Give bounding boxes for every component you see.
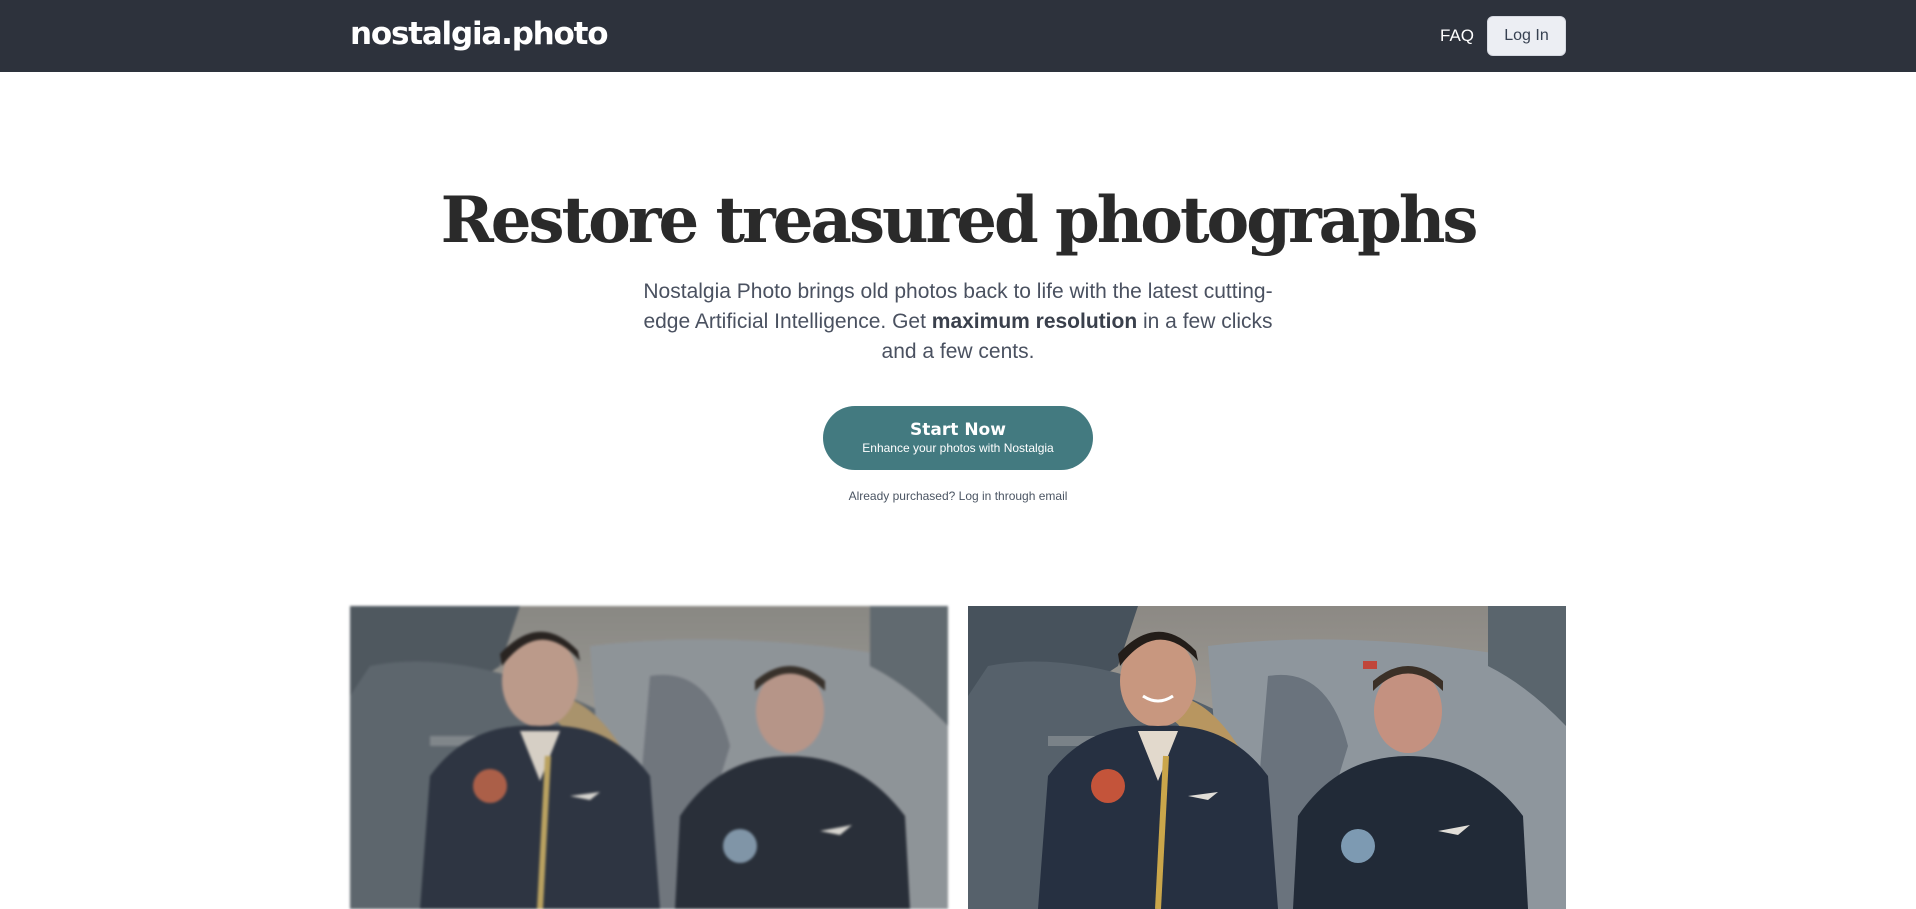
login-button[interactable]: Log In: [1487, 16, 1566, 56]
hero-subtitle-bold: maximum resolution: [931, 310, 1138, 333]
photo-before: [350, 606, 948, 909]
start-now-sublabel: Enhance your photos with Nostalgia: [862, 441, 1054, 455]
photo-before-icon: [350, 606, 948, 909]
site-logo[interactable]: nostalgia.photo: [350, 14, 609, 54]
start-now-label: Start Now: [910, 420, 1006, 440]
photo-after: [968, 606, 1566, 909]
photo-after-icon: [968, 606, 1566, 909]
top-navbar: nostalgia.photo FAQ Log In: [0, 0, 1916, 72]
faq-link[interactable]: FAQ: [1440, 25, 1474, 47]
already-purchased-link[interactable]: Already purchased? Log in through email: [0, 488, 1916, 504]
hero-subtitle: Nostalgia Photo brings old photos back t…: [628, 277, 1288, 367]
hero-title: Restore treasured photographs: [440, 183, 1479, 258]
start-now-button[interactable]: Start Now Enhance your photos with Nosta…: [823, 406, 1093, 470]
